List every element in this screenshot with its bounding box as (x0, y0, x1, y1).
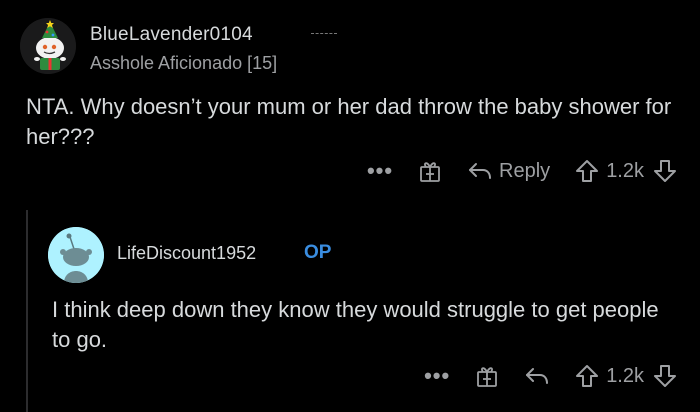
vote-controls: 1.2k (574, 158, 678, 184)
vote-score: 1.2k (606, 364, 644, 387)
more-options-button[interactable]: ••• (424, 363, 450, 389)
award-button[interactable] (474, 363, 500, 389)
comment-body: NTA. Why doesn’t your mum or her dad thr… (26, 94, 672, 149)
user-avatar[interactable] (20, 18, 76, 74)
reply-label: Reply (499, 159, 551, 182)
user-avatar[interactable] (48, 227, 104, 283)
comment-top: BlueLavender0104 Asshole Aficionado [15]… (0, 0, 700, 205)
comment-username[interactable]: LifeDiscount1952 (117, 243, 256, 264)
comment-body: I think deep down they know they would s… (52, 297, 659, 352)
downvote-icon[interactable] (652, 363, 678, 389)
gift-icon (417, 158, 443, 184)
upvote-icon[interactable] (574, 363, 600, 389)
more-options-button[interactable]: ••• (367, 158, 393, 184)
vote-controls: 1.2k (574, 363, 678, 389)
reply-button[interactable] (524, 365, 550, 387)
reply-arrow-icon (467, 160, 493, 182)
comment-username[interactable]: BlueLavender0104 (90, 24, 253, 46)
upvote-icon[interactable] (574, 158, 600, 184)
gift-icon (474, 363, 500, 389)
reply-button[interactable]: Reply (467, 160, 550, 183)
comment-actions: ••• 1.2k (424, 363, 678, 389)
user-flair: Asshole Aficionado [15] (90, 53, 278, 73)
downvote-icon[interactable] (652, 158, 678, 184)
vote-score: 1.2k (606, 159, 644, 182)
reply-arrow-icon (524, 365, 550, 387)
op-badge: OP (304, 242, 332, 263)
award-button[interactable] (417, 158, 443, 184)
comment-actions: ••• Reply 1.2k (367, 158, 678, 184)
comment-reply: LifeDiscount1952 OP I think deep down th… (0, 205, 700, 412)
cropped-divider (311, 33, 337, 37)
